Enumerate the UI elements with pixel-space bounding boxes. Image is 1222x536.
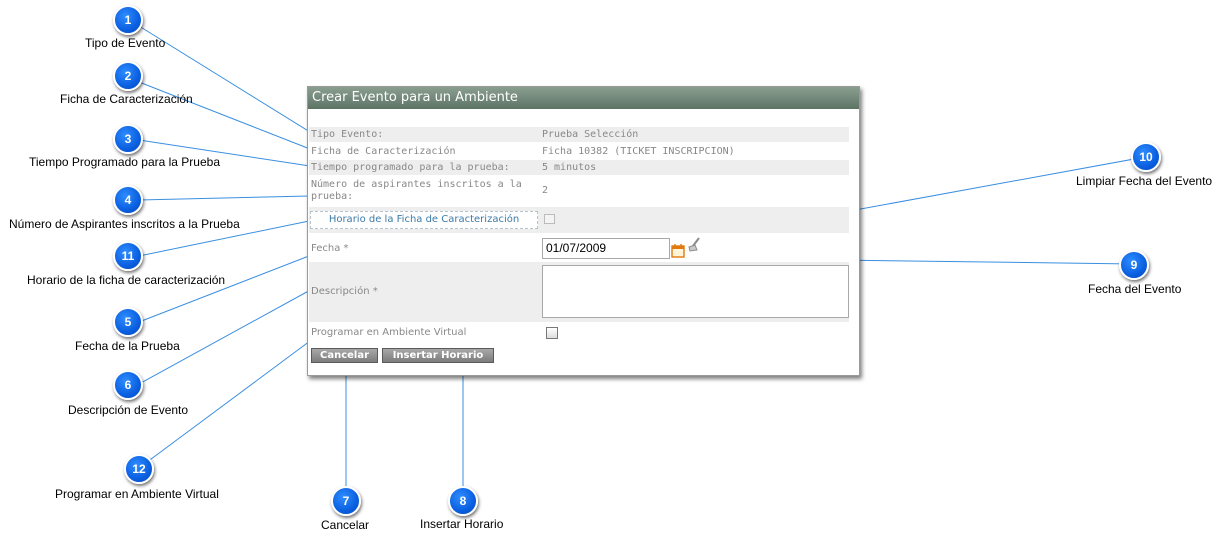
callout-label-5: Fecha de la Prueba (75, 339, 180, 353)
callout-badge-9: 9 (1119, 250, 1149, 280)
callout-badge-7: 7 (331, 486, 361, 516)
callout-badge-8: 8 (448, 486, 478, 516)
row-tipo-evento: Tipo Evento: Prueba Selección (309, 127, 849, 142)
row-value: 5 minutos (542, 162, 597, 173)
create-event-dialog: Crear Evento para un Ambiente Tipo Event… (307, 86, 860, 376)
descripcion-textarea[interactable] (542, 265, 849, 318)
row-label: Ficha de Caracterización (311, 146, 456, 157)
callout-badge-6: 6 (113, 370, 143, 400)
insert-schedule-button[interactable]: Insertar Horario (382, 348, 494, 363)
row-label-line2: prueba: (311, 191, 354, 202)
callout-label-6: Descripción de Evento (68, 403, 189, 417)
callout-badge-5: 5 (113, 307, 143, 337)
cancel-button[interactable]: Cancelar (311, 348, 378, 363)
callout-badge-2: 2 (113, 61, 143, 91)
row-value: 2 (542, 185, 549, 196)
row-tiempo: Tiempo programado para la prueba: 5 minu… (309, 160, 849, 175)
schedule-link[interactable]: Horario de la Ficha de Caracterización (310, 211, 538, 229)
callout-label-7: Cancelar (321, 518, 370, 532)
callout-label-2: Ficha de Caracterización (60, 92, 193, 106)
callout-badge-1: 1 (113, 5, 143, 35)
callout-label-12: Programar en Ambiente Virtual (55, 487, 219, 501)
row-label: Tiempo programado para la prueba: (311, 162, 510, 173)
virtual-checkbox[interactable] (546, 327, 558, 339)
callout-badge-10: 10 (1131, 142, 1161, 172)
callout-badge-12: 12 (124, 454, 154, 484)
callout-label-9: Fecha del Evento (1088, 282, 1182, 296)
virtual-label: Programar en Ambiente Virtual (311, 327, 467, 338)
callout-label-4: Número de Aspirantes inscritos a la Prue… (9, 217, 240, 231)
callout-label-3: Tiempo Programado para la Prueba (29, 155, 220, 169)
callout-label-8: Insertar Horario (420, 517, 504, 531)
callout-label-1: Tipo de Evento (85, 36, 166, 50)
row-aspirantes: Número de aspirantes inscritos a la prue… (309, 177, 849, 205)
descripcion-label: Descripción * (311, 286, 378, 297)
callout-badge-3: 3 (113, 124, 143, 154)
row-label: Tipo Evento: (311, 129, 384, 140)
schedule-view-icon[interactable] (544, 214, 555, 224)
row-label-line1: Número de aspirantes inscritos a la (311, 179, 522, 190)
clear-date-icon[interactable] (687, 237, 703, 252)
dialog-title: Crear Evento para un Ambiente (308, 87, 859, 109)
fecha-label: Fecha * (311, 243, 349, 254)
callout-badge-4: 4 (113, 185, 143, 215)
fecha-input[interactable]: 01/07/2009 (542, 238, 670, 259)
callout-label-10: Limpiar Fecha del Evento (1076, 174, 1213, 188)
row-value: Ficha 10382 (TICKET INSCRIPCION) (542, 146, 735, 157)
calendar-icon[interactable] (671, 243, 685, 258)
callout-badge-11: 11 (113, 241, 143, 271)
callout-label-11: Horario de la ficha de caracterización (27, 273, 226, 287)
row-value: Prueba Selección (542, 129, 639, 140)
row-ficha: Ficha de Caracterización Ficha 10382 (TI… (309, 144, 849, 159)
